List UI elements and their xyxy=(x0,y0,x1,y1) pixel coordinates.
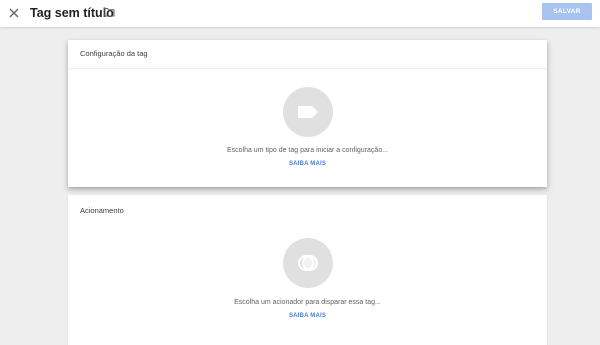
top-bar: Tag sem título SALVAR xyxy=(0,0,600,27)
tag-type-prompt: Escolha um tipo de tag para iniciar a co… xyxy=(226,147,389,154)
save-button[interactable]: SALVAR xyxy=(542,3,592,20)
trigger-icon xyxy=(298,255,318,271)
close-icon xyxy=(9,8,19,18)
tag-icon xyxy=(298,106,318,118)
choose-trigger-button[interactable] xyxy=(283,238,333,288)
close-button[interactable] xyxy=(4,3,24,23)
trigger-card: Acionamento Escolha um acionador para di… xyxy=(68,195,547,345)
trigger-header: Acionamento xyxy=(68,195,547,223)
folder-icon xyxy=(103,8,115,17)
choose-tag-type-button[interactable] xyxy=(283,87,333,137)
tag-configuration-card: Configuração da tag Escolha um tipo de t… xyxy=(68,40,547,187)
trigger-learn-more-link[interactable]: SAIBA MAIS xyxy=(68,312,547,320)
tag-configuration-header: Configuração da tag xyxy=(68,40,547,69)
tag-configuration-title: Configuração da tag xyxy=(80,49,148,58)
tag-learn-more-link[interactable]: SAIBA MAIS xyxy=(68,160,547,168)
trigger-prompt: Escolha um acionador para disparar essa … xyxy=(234,299,381,306)
folder-button[interactable] xyxy=(101,4,117,20)
trigger-title: Acionamento xyxy=(80,206,124,215)
